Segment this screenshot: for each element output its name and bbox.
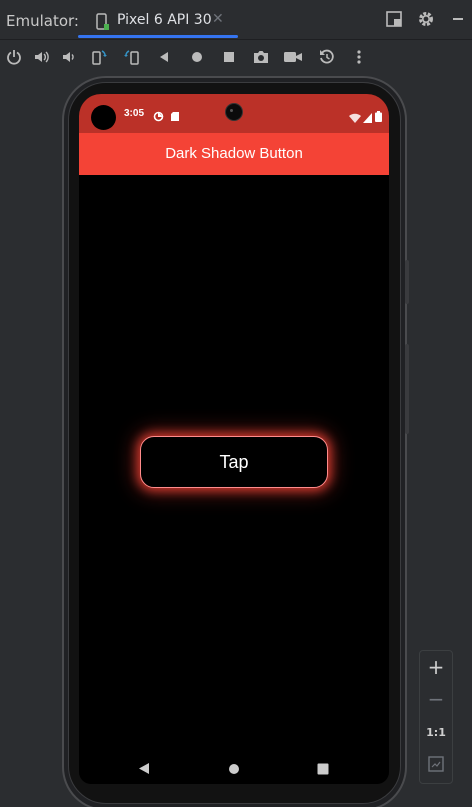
zoom-actual-size-button[interactable]: 1:1 bbox=[420, 726, 452, 739]
tab-active-indicator bbox=[78, 35, 238, 38]
emulator-label: Emulator: bbox=[6, 12, 79, 30]
nav-home-icon[interactable] bbox=[228, 760, 240, 779]
battery-icon bbox=[375, 107, 382, 126]
device-volume-button bbox=[405, 344, 409, 434]
app-title: Dark Shadow Button bbox=[165, 145, 303, 162]
zoom-in-button[interactable]: + bbox=[420, 655, 452, 679]
screen-dot bbox=[91, 105, 116, 130]
app-bar: Dark Shadow Button bbox=[79, 133, 389, 175]
screen-record-icon[interactable] bbox=[283, 47, 303, 67]
status-bar: 3:05 bbox=[79, 94, 389, 133]
device-icon bbox=[96, 13, 110, 35]
device-side-button bbox=[405, 260, 409, 304]
tap-button[interactable]: Tap bbox=[140, 436, 328, 488]
screenshot-icon[interactable] bbox=[251, 47, 271, 67]
back-icon[interactable] bbox=[154, 47, 174, 67]
tab-label: Pixel 6 API 30 bbox=[117, 12, 212, 28]
navigation-bar bbox=[79, 750, 389, 784]
overview-icon[interactable] bbox=[219, 47, 239, 67]
tap-button-label: Tap bbox=[219, 451, 249, 472]
device-screen[interactable]: 3:05 Dark Shadow Button Tap bbox=[79, 94, 389, 784]
rotate-right-icon[interactable] bbox=[122, 47, 142, 67]
rotate-left-icon[interactable] bbox=[89, 47, 109, 67]
emulator-title-bar: Emulator: Pixel 6 API 30 ✕ bbox=[0, 0, 472, 40]
minimize-icon[interactable] bbox=[451, 10, 465, 32]
home-icon[interactable] bbox=[187, 47, 207, 67]
tab-pixel-6-api-30[interactable]: Pixel 6 API 30 ✕ bbox=[78, 4, 238, 38]
nav-overview-icon[interactable] bbox=[317, 760, 329, 779]
tab-close-icon[interactable]: ✕ bbox=[212, 11, 224, 27]
volume-down-icon[interactable] bbox=[59, 47, 79, 67]
power-icon[interactable] bbox=[4, 47, 24, 67]
zoom-out-button[interactable]: − bbox=[420, 687, 452, 711]
status-time: 3:05 bbox=[124, 108, 145, 119]
zoom-fit-icon[interactable] bbox=[428, 756, 444, 776]
nav-back-icon[interactable] bbox=[138, 760, 150, 779]
zoom-controls: + − 1:1 bbox=[419, 650, 453, 784]
front-camera-icon bbox=[225, 103, 243, 121]
sd-card-icon bbox=[170, 107, 180, 126]
gear-icon[interactable] bbox=[417, 10, 435, 32]
wifi-icon bbox=[349, 108, 361, 127]
volume-up-icon[interactable] bbox=[32, 47, 52, 67]
snapshot-icon[interactable] bbox=[317, 47, 337, 67]
more-icon[interactable] bbox=[349, 47, 369, 67]
data-saver-icon bbox=[153, 107, 164, 126]
layout-icon[interactable] bbox=[385, 10, 403, 32]
signal-icon bbox=[363, 108, 372, 127]
emulator-toolbar bbox=[0, 40, 472, 74]
